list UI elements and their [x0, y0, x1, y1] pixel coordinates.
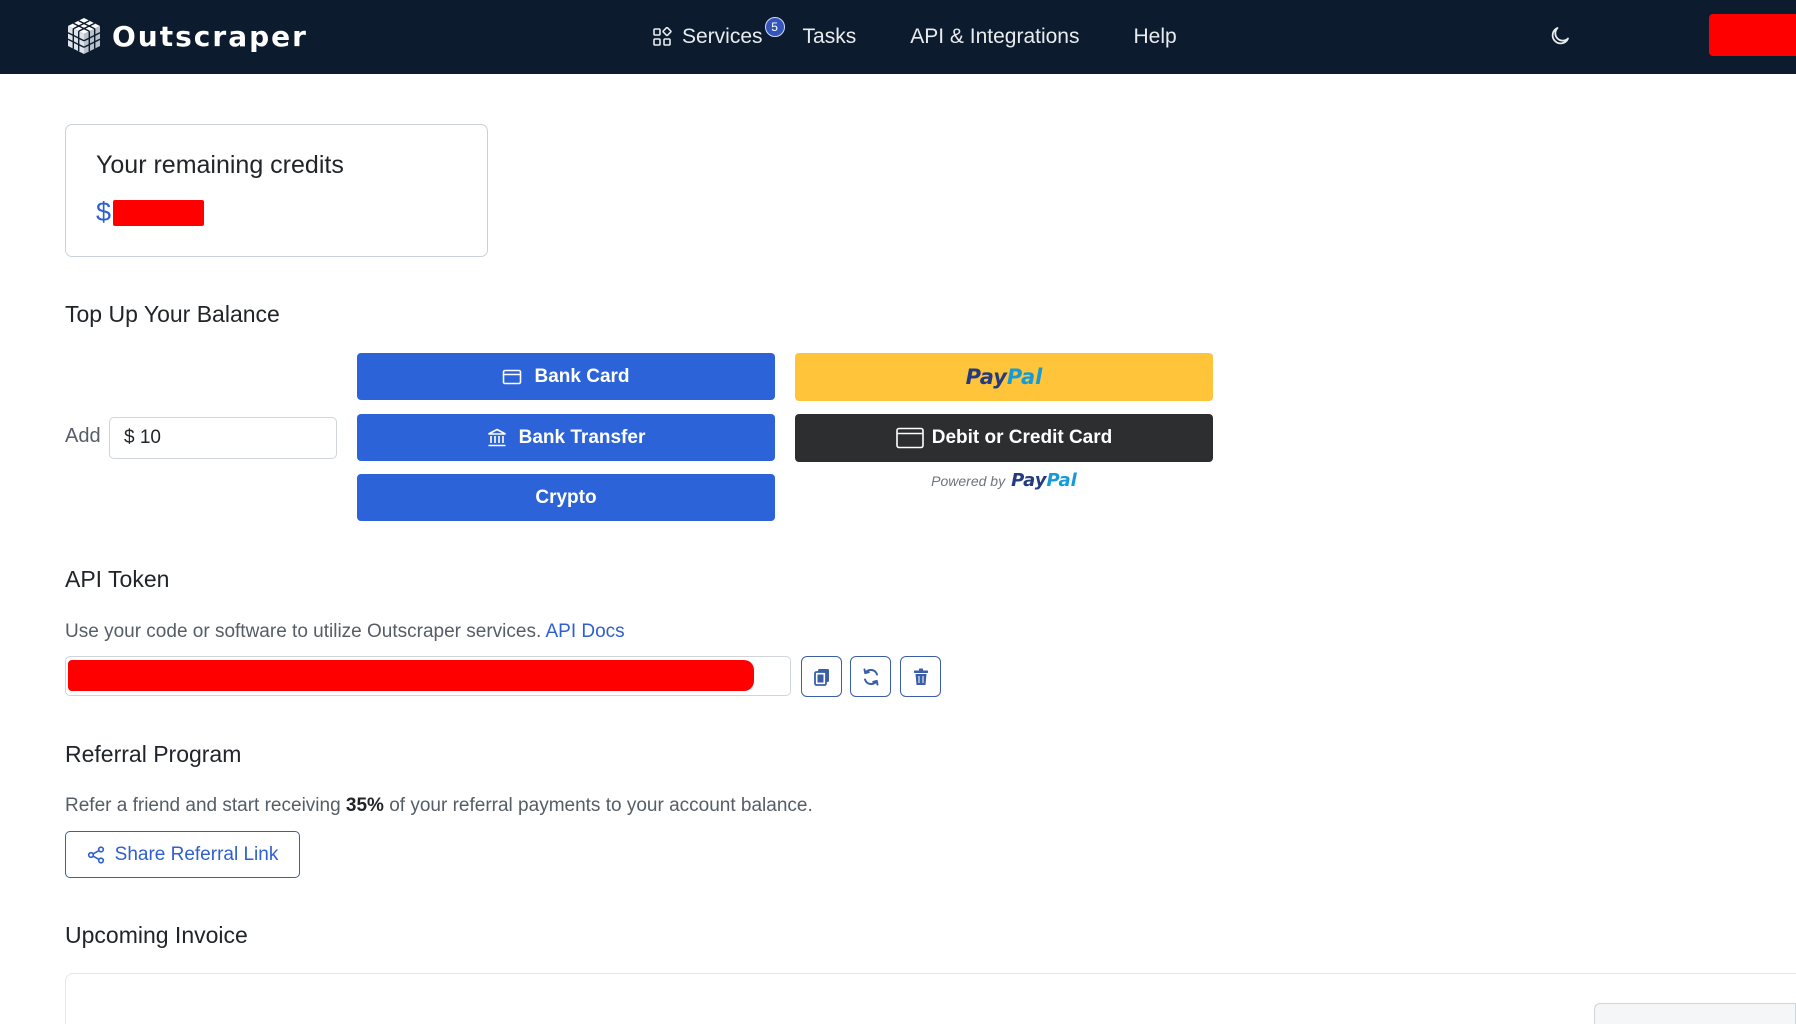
debit-credit-label: Debit or Credit Card — [931, 427, 1113, 448]
copy-icon — [813, 668, 829, 686]
regenerate-token-button[interactable] — [850, 656, 891, 697]
api-token-description-text: Use your code or software to utilize Out… — [65, 621, 542, 642]
api-token-title: API Token — [65, 566, 170, 592]
brand-name: Outscraper — [112, 19, 308, 53]
copy-token-button[interactable] — [801, 656, 842, 697]
refresh-icon — [863, 668, 878, 685]
share-referral-label: Share Referral Link — [114, 843, 279, 865]
invoice-action-button[interactable] — [1594, 1003, 1796, 1024]
paypal-small-logo-part-b: Pal — [1046, 470, 1077, 491]
bank-card-label: Bank Card — [534, 365, 630, 387]
api-token-description: Use your code or software to utilize Out… — [65, 621, 625, 643]
bank-card-button[interactable]: Bank Card — [357, 353, 775, 400]
credit-card-icon — [503, 369, 522, 384]
grid-icon — [653, 27, 672, 46]
card-icon — [895, 427, 924, 449]
moon-icon[interactable] — [1548, 24, 1572, 48]
paypal-button[interactable]: PayPal — [795, 353, 1213, 401]
user-menu-redacted[interactable] — [1709, 14, 1796, 56]
services-count-badge: 5 — [764, 17, 785, 37]
paypal-small-logo-text: PayPal — [1011, 470, 1077, 491]
bank-icon — [487, 428, 506, 446]
debit-credit-card-button[interactable]: Debit or Credit Card — [795, 414, 1213, 462]
credits-card: Your remaining credits $ — [65, 124, 488, 257]
trash-icon — [913, 668, 928, 685]
referral-desc-after: of your referral payments to your accoun… — [383, 795, 813, 816]
main-nav: Services 5 Tasks API & Integrations Help — [652, 0, 1177, 74]
api-docs-link[interactable]: API Docs — [545, 621, 624, 642]
crypto-label: Crypto — [535, 486, 597, 508]
referral-desc-before: Refer a friend and start receiving — [65, 795, 346, 816]
api-token-field[interactable] — [65, 656, 791, 696]
add-label: Add — [65, 425, 101, 447]
credits-currency: $ — [96, 197, 112, 227]
credits-amount: $ — [96, 197, 205, 228]
cube-logo-icon — [67, 18, 101, 54]
brand[interactable]: Outscraper — [66, 12, 308, 60]
topup-title: Top Up Your Balance — [65, 301, 280, 327]
referral-title: Referral Program — [65, 741, 242, 767]
nav-tasks[interactable]: Tasks — [803, 25, 857, 49]
referral-description: Refer a friend and start receiving 35% o… — [65, 795, 813, 817]
crypto-button[interactable]: Crypto — [357, 474, 775, 521]
api-token-redacted — [68, 660, 754, 691]
nav-api-integrations[interactable]: API & Integrations — [910, 25, 1079, 49]
bank-transfer-button[interactable]: Bank Transfer — [357, 414, 775, 461]
paypal-logo-text: PayPal — [966, 365, 1043, 389]
paypal-small-logo-part-a: Pay — [1011, 470, 1047, 491]
upcoming-invoice-title: Upcoming Invoice — [65, 922, 248, 948]
nav-services-label: Services — [682, 25, 763, 48]
amount-input[interactable] — [109, 417, 337, 459]
upcoming-invoice-card — [65, 973, 1796, 1024]
delete-token-button[interactable] — [900, 656, 941, 697]
credits-value-redacted — [113, 199, 205, 226]
top-navbar: Outscraper Services 5 Tasks API & Integr… — [0, 0, 1796, 74]
paypal-logo-part-b: Pal — [1006, 365, 1043, 389]
nav-help[interactable]: Help — [1133, 25, 1176, 49]
paypal-logo-part-a: Pay — [965, 365, 1007, 389]
powered-by-text: Powered by — [931, 472, 1006, 489]
bank-transfer-label: Bank Transfer — [518, 426, 646, 448]
share-icon — [87, 845, 104, 864]
credits-title: Your remaining credits — [96, 151, 344, 179]
referral-percent: 35% — [345, 795, 384, 816]
share-referral-link-button[interactable]: Share Referral Link — [65, 831, 300, 878]
nav-services[interactable]: Services 5 — [652, 17, 785, 49]
powered-by-paypal: Powered by PayPal — [795, 470, 1213, 491]
